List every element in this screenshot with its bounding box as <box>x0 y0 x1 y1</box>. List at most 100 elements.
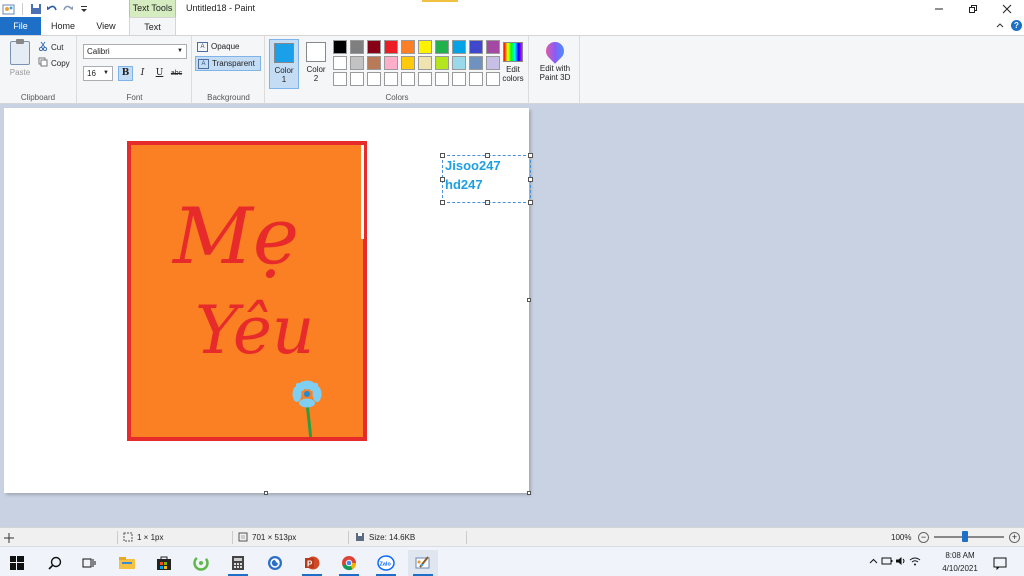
palette-swatch[interactable] <box>333 40 347 54</box>
close-icon[interactable] <box>990 0 1024 17</box>
collapse-ribbon-icon[interactable] <box>993 19 1007 33</box>
palette-swatch[interactable] <box>401 40 415 54</box>
minimize-icon[interactable] <box>922 0 956 17</box>
palette-swatch[interactable] <box>469 72 483 86</box>
textbox-resize-handle[interactable] <box>485 153 490 158</box>
color1-button[interactable]: Color 1 <box>269 39 299 89</box>
palette-swatch[interactable] <box>435 72 449 86</box>
palette-swatch[interactable] <box>435 56 449 70</box>
palette-swatch[interactable] <box>350 72 364 86</box>
battery-plug-icon[interactable] <box>880 556 894 568</box>
search-icon[interactable] <box>40 550 70 576</box>
palette-swatch[interactable] <box>367 72 381 86</box>
palette-swatch[interactable] <box>350 56 364 70</box>
palette-swatch[interactable] <box>401 72 415 86</box>
palette-swatch[interactable] <box>418 40 432 54</box>
window-title: Untitled18 - Paint <box>186 3 256 13</box>
green-app-icon[interactable] <box>186 550 216 576</box>
bold-button[interactable]: B <box>118 66 133 81</box>
text-box-selection[interactable]: Jisoo247 hd247 <box>440 153 533 205</box>
powerpoint-icon[interactable]: P <box>297 550 327 576</box>
italic-button[interactable]: I <box>135 66 150 81</box>
status-separator <box>117 531 118 544</box>
palette-swatch[interactable] <box>418 56 432 70</box>
canvas-resize-handle[interactable] <box>264 491 268 495</box>
palette-swatch[interactable] <box>333 56 347 70</box>
palette-swatch[interactable] <box>384 56 398 70</box>
palette-swatch[interactable] <box>452 56 466 70</box>
chevron-up-icon[interactable] <box>866 557 880 568</box>
zoom-slider-track[interactable] <box>934 536 1004 538</box>
opaque-button[interactable]: A Opaque <box>195 39 261 54</box>
zalo-icon[interactable]: Zalo <box>371 550 401 576</box>
notification-icon[interactable] <box>990 550 1010 576</box>
canvas-resize-handle[interactable] <box>527 491 531 495</box>
chevron-down-icon: ▼ <box>103 70 109 76</box>
palette-swatch[interactable] <box>469 56 483 70</box>
paint-icon[interactable] <box>408 550 438 576</box>
underline-button[interactable]: U <box>152 66 167 81</box>
palette-swatch[interactable] <box>452 40 466 54</box>
palette-swatch[interactable] <box>452 72 466 86</box>
redo-icon[interactable] <box>61 2 75 16</box>
colors-group-label: Colors <box>385 93 409 102</box>
palette-swatch[interactable] <box>367 40 381 54</box>
blue-app-icon[interactable] <box>260 550 290 576</box>
canvas-resize-handle[interactable] <box>527 298 531 302</box>
textbox-resize-handle[interactable] <box>528 153 533 158</box>
zoom-out-button[interactable]: − <box>918 532 929 543</box>
palette-swatch[interactable] <box>469 40 483 54</box>
scissors-icon <box>38 41 48 53</box>
customize-qat-icon[interactable] <box>77 2 91 16</box>
palette-swatch[interactable] <box>350 40 364 54</box>
textbox-resize-handle[interactable] <box>485 200 490 205</box>
transparent-button[interactable]: A Transparent <box>195 56 261 71</box>
wifi-icon[interactable] <box>908 556 922 568</box>
color2-button[interactable]: Color 2 <box>301 39 331 89</box>
paste-button[interactable]: Paste <box>8 39 32 77</box>
font-family-select[interactable]: Calibri ▼ <box>83 44 187 59</box>
drawing-canvas[interactable]: Mẹ Yêu Jisoo247 hd247 <box>4 108 533 495</box>
strikethrough-button[interactable]: abc <box>169 66 184 81</box>
textbox-resize-handle[interactable] <box>440 200 445 205</box>
font-size-select[interactable]: 16 ▼ <box>83 66 113 81</box>
windows-start-icon[interactable] <box>2 550 32 576</box>
palette-swatch[interactable] <box>384 40 398 54</box>
textbox-resize-handle[interactable] <box>440 153 445 158</box>
background-group-label: Background <box>207 93 250 102</box>
palette-swatch[interactable] <box>435 40 449 54</box>
store-icon[interactable] <box>149 550 179 576</box>
palette-swatch[interactable] <box>401 56 415 70</box>
tab-text[interactable]: Text <box>129 17 176 35</box>
chrome-icon[interactable] <box>334 550 364 576</box>
restore-icon[interactable] <box>956 0 990 17</box>
palette-swatch[interactable] <box>384 72 398 86</box>
taskbar-clock[interactable]: 8:08 AM 4/10/2021 <box>936 549 984 575</box>
file-explorer-icon[interactable] <box>112 550 142 576</box>
palette-swatch[interactable] <box>333 72 347 86</box>
copy-button[interactable]: Copy <box>38 57 70 69</box>
clipboard-group: Paste Cut Copy Clipboard <box>0 36 77 104</box>
tab-view[interactable]: View <box>86 17 126 35</box>
speaker-icon[interactable] <box>894 556 908 568</box>
textbox-resize-handle[interactable] <box>528 200 533 205</box>
palette-swatch[interactable] <box>418 72 432 86</box>
paint-app-icon[interactable] <box>2 2 16 16</box>
help-icon[interactable]: ? <box>1011 20 1022 31</box>
cut-button[interactable]: Cut <box>38 41 63 53</box>
tab-file[interactable]: File <box>0 17 41 35</box>
zoom-slider-thumb[interactable] <box>961 531 968 542</box>
undo-icon[interactable] <box>45 2 59 16</box>
paint3d-line1: Edit with <box>539 64 571 73</box>
textbox-resize-handle[interactable] <box>528 177 533 182</box>
edit-colors-button[interactable]: Edit colors <box>498 42 528 83</box>
task-view-icon[interactable] <box>74 550 104 576</box>
status-separator <box>466 531 467 544</box>
tab-home[interactable]: Home <box>43 17 83 35</box>
zoom-in-button[interactable]: + <box>1009 532 1020 543</box>
textbox-resize-handle[interactable] <box>440 177 445 182</box>
calculator-icon[interactable] <box>223 550 253 576</box>
edit-with-paint3d-button[interactable]: Edit with Paint 3D <box>534 38 576 82</box>
save-icon[interactable] <box>29 2 43 16</box>
palette-swatch[interactable] <box>367 56 381 70</box>
